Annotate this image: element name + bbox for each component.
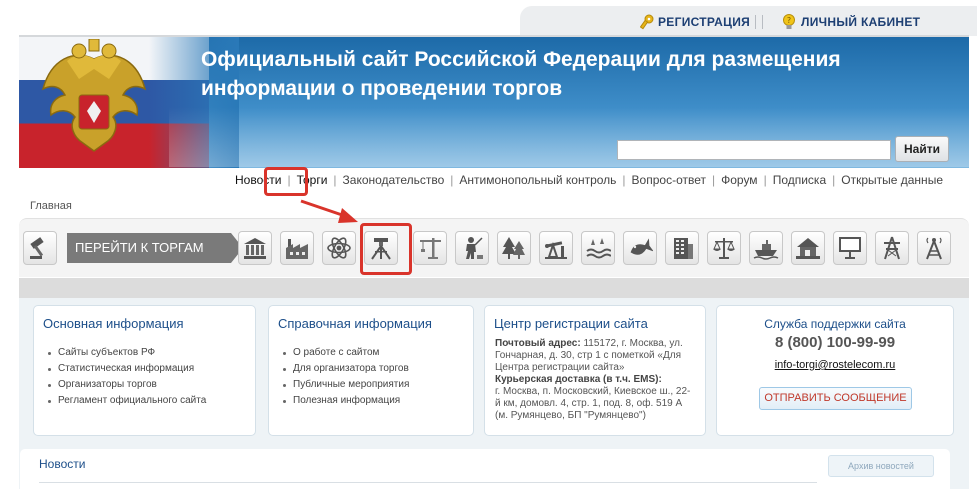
basic-info-title[interactable]: Основная информация <box>43 316 184 331</box>
house-icon[interactable] <box>791 231 825 265</box>
topbar-divider <box>755 15 763 29</box>
hunter-icon[interactable] <box>455 231 489 265</box>
nav-item-legislation[interactable]: Законодательство <box>343 173 445 187</box>
send-message-button[interactable]: ОТПРАВИТЬ СООБЩЕНИЕ <box>759 387 912 410</box>
support-card: Служба поддержки сайта 8 (800) 100-99-99… <box>716 305 954 436</box>
search-input[interactable] <box>617 140 891 160</box>
site-title: Официальный сайт Российской Федерации дл… <box>201 45 901 103</box>
list-item[interactable]: Полезная информация <box>281 393 409 409</box>
divider-band <box>19 278 969 298</box>
nav-item-open-data[interactable]: Открытые данные <box>841 173 943 187</box>
courier-address: г. Москва, п. Московский, Киевское ш., 2… <box>495 386 691 421</box>
search-button[interactable]: Найти <box>895 136 949 162</box>
crane-icon[interactable] <box>413 231 447 265</box>
goto-auctions-label[interactable]: ПЕРЕЙТИ К ТОРГАМ <box>67 233 243 263</box>
news-archive-button[interactable]: Архив новостей <box>828 455 934 477</box>
radio-tower-icon[interactable] <box>917 231 951 265</box>
atom-icon[interactable] <box>322 231 356 265</box>
category-icon-bar: ПЕРЕЙТИ К ТОРГАМ <box>19 218 969 277</box>
registration-address: Почтовый адрес: 115172, г. Москва, ул. Г… <box>495 338 695 422</box>
surveyor-highlight-box <box>360 223 412 275</box>
news-panel <box>20 449 950 489</box>
registration-center-title: Центр регистрации сайта <box>494 316 648 331</box>
reference-info-list: О работе с сайтом Для организатора торго… <box>281 345 409 409</box>
water-icon[interactable] <box>581 231 615 265</box>
coat-of-arms-icon <box>41 39 147 152</box>
header-banner: Официальный сайт Российской Федерации дл… <box>19 35 969 168</box>
reference-info-title[interactable]: Справочная информация <box>278 316 432 331</box>
nav-item-faq[interactable]: Вопрос-ответ <box>632 173 706 187</box>
auctions-highlight-box <box>264 167 308 196</box>
list-item[interactable]: Статистическая информация <box>46 361 206 377</box>
fish-icon[interactable] <box>623 231 657 265</box>
courier-label: Курьерская доставка (в т.ч. EMS): <box>495 374 662 385</box>
list-item[interactable]: Организаторы торгов <box>46 377 206 393</box>
support-title: Служба поддержки сайта <box>764 317 906 331</box>
bulb-icon: ? <box>783 14 795 29</box>
list-item[interactable]: Публичные мероприятия <box>281 377 409 393</box>
nav-item-subscription[interactable]: Подписка <box>773 173 826 187</box>
news-title: Новости <box>39 457 86 471</box>
cabinet-link[interactable]: ЛИЧНЫЙ КАБИНЕТ <box>801 15 920 29</box>
factory-icon[interactable] <box>280 231 314 265</box>
justice-scales-icon[interactable] <box>707 231 741 265</box>
oil-pump-icon[interactable] <box>539 231 573 265</box>
register-link[interactable]: РЕГИСТРАЦИЯ <box>658 15 750 29</box>
list-item[interactable]: Для организатора торгов <box>281 361 409 377</box>
basic-info-card: Основная информация Сайты субъектов РФ С… <box>33 305 256 436</box>
nav-item-antimonopoly[interactable]: Антимонопольный контроль <box>459 173 616 187</box>
basic-info-list: Сайты субъектов РФ Статистическая информ… <box>46 345 206 409</box>
billboard-icon[interactable] <box>833 231 867 265</box>
main-nav: Новости | Торги | Законодательство | Антимоноп… <box>235 173 943 187</box>
power-line-icon[interactable] <box>875 231 909 265</box>
postal-label: Почтовый адрес: <box>495 338 581 349</box>
list-item[interactable]: Регламент официального сайта <box>46 393 206 409</box>
ship-icon[interactable] <box>749 231 783 265</box>
gavel-icon[interactable] <box>23 231 57 265</box>
breadcrumb[interactable]: Главная <box>30 200 72 212</box>
svg-text:?: ? <box>787 16 791 25</box>
support-phone: 8 (800) 100-99-99 <box>774 334 896 351</box>
list-item[interactable]: О работе с сайтом <box>281 345 409 361</box>
top-utility-bar: РЕГИСТРАЦИЯ ? ЛИЧНЫЙ КАБИНЕТ <box>520 6 977 36</box>
bank-building-icon[interactable] <box>238 231 272 265</box>
registration-center-card: Центр регистрации сайта Почтовый адрес: … <box>484 305 706 436</box>
site-title-line2: информации о проведении торгов <box>201 77 563 100</box>
site-title-line1: Официальный сайт Российской Федерации дл… <box>201 48 841 71</box>
news-divider <box>39 482 817 483</box>
nav-item-forum[interactable]: Форум <box>721 173 757 187</box>
key-icon <box>640 14 654 30</box>
forest-icon[interactable] <box>497 231 531 265</box>
list-item[interactable]: Сайты субъектов РФ <box>46 345 206 361</box>
apartment-building-icon[interactable] <box>665 231 699 265</box>
annotation-arrow-icon <box>300 199 358 223</box>
support-email-link[interactable]: info-torgi@rostelecom.ru <box>717 359 953 371</box>
reference-info-card: Справочная информация О работе с сайтом … <box>268 305 474 436</box>
